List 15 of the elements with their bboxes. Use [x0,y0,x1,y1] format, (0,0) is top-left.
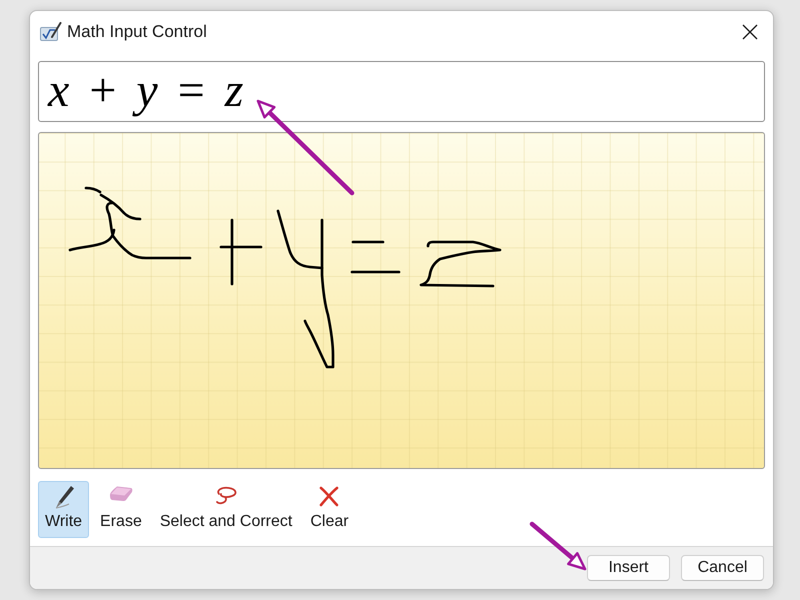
checkmark-pen-icon [40,22,62,42]
tool-button[interactable]: Erase [93,481,149,538]
tool-button[interactable]: Clear [303,481,356,538]
close-button[interactable] [742,24,758,40]
annotation-arrow [529,521,587,572]
tool-button[interactable]: Write [38,481,90,538]
ink-input-field[interactable] [38,132,765,469]
tool-button[interactable]: Select and Correct [152,481,300,538]
cross-icon [318,485,340,507]
eraser-icon [108,485,133,502]
math-expression: x + y = z [48,65,244,118]
cancel-button[interactable]: Cancel [681,555,764,581]
close-icon [742,24,758,40]
insert-button[interactable]: Insert [587,555,670,581]
window-title: Math Input Control [67,22,207,42]
